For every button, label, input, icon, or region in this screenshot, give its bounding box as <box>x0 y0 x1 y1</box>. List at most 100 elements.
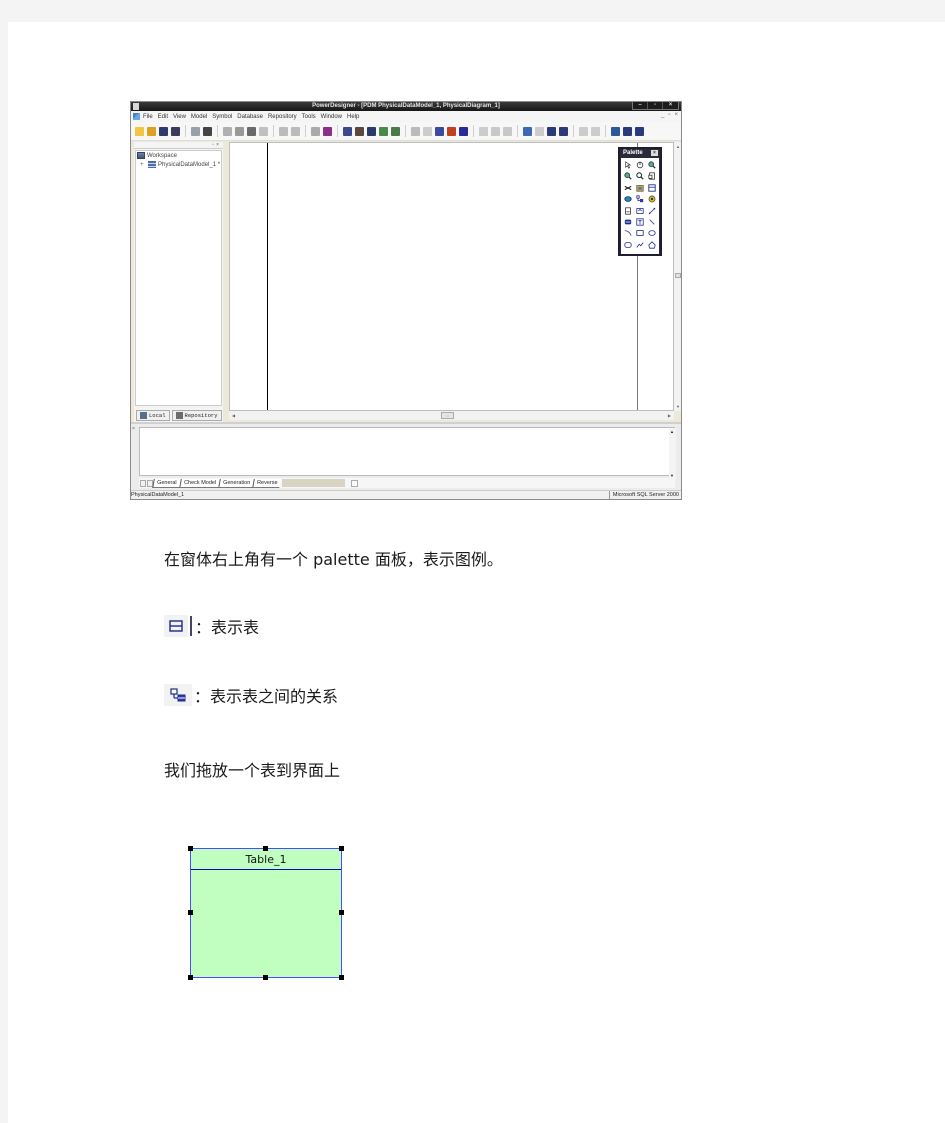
zoom-in-icon[interactable] <box>646 160 658 171</box>
grabber-icon[interactable] <box>634 160 646 171</box>
vertical-scrollbar[interactable]: ▲ ▼ <box>674 142 681 411</box>
zoom-out-icon[interactable] <box>622 171 634 182</box>
menu-window[interactable]: Window <box>321 114 342 120</box>
panel-a-icon[interactable] <box>547 126 556 136</box>
properties-icon[interactable] <box>311 126 320 136</box>
fill-icon[interactable] <box>447 126 456 136</box>
copy-icon[interactable] <box>235 126 244 136</box>
align-left-icon[interactable] <box>579 126 588 136</box>
tab-reverse[interactable]: Reverse <box>252 478 282 488</box>
menu-view[interactable]: View <box>173 114 186 120</box>
grid-icon[interactable] <box>423 126 432 136</box>
tree-item-workspace[interactable]: Workspace <box>136 151 221 160</box>
tab-check-model[interactable]: Check Model <box>178 478 220 488</box>
rectangle-icon[interactable] <box>634 228 646 239</box>
pointer-icon[interactable] <box>622 160 634 171</box>
menu-model[interactable]: Model <box>191 114 207 120</box>
menu-database[interactable]: Database <box>237 114 263 120</box>
forward-icon[interactable] <box>503 126 512 136</box>
scroll-thumb[interactable] <box>675 273 681 278</box>
window-b-icon[interactable] <box>623 126 632 136</box>
properties-icon[interactable] <box>646 171 658 182</box>
scroll-down-icon[interactable]: ▼ <box>676 404 680 409</box>
shape-icon[interactable] <box>411 126 420 136</box>
tab-general[interactable]: General <box>152 478 181 488</box>
redo-icon[interactable] <box>291 126 300 136</box>
model-icon[interactable] <box>323 126 332 136</box>
save-all-icon[interactable] <box>171 126 180 136</box>
scroll-left-icon[interactable]: ◀ <box>232 413 235 418</box>
package-icon[interactable] <box>634 183 646 194</box>
view-reference-icon[interactable] <box>634 206 646 217</box>
resize-handle-se[interactable] <box>339 975 344 980</box>
back-icon[interactable] <box>491 126 500 136</box>
tree-item-model[interactable]: + PhysicalDataModel_1 * <box>136 160 221 169</box>
delete-icon[interactable] <box>622 183 634 194</box>
save-icon[interactable] <box>159 126 168 136</box>
print-icon[interactable] <box>203 126 212 136</box>
output-close-icon[interactable]: × <box>132 426 135 432</box>
resize-handle-s[interactable] <box>263 975 268 980</box>
view-icon[interactable] <box>622 194 634 205</box>
menu-tools[interactable]: Tools <box>302 114 316 120</box>
menu-repository[interactable]: Repository <box>268 114 297 120</box>
resize-handle-ne[interactable] <box>339 846 344 851</box>
text-icon[interactable] <box>634 217 646 228</box>
palette-close-button[interactable]: × <box>651 150 658 156</box>
open-icon[interactable] <box>147 126 156 136</box>
scroll-up-icon[interactable]: ▲ <box>676 144 680 149</box>
tab-prev-button[interactable] <box>140 479 146 487</box>
arc-icon[interactable] <box>622 228 634 239</box>
file-icon[interactable] <box>622 206 634 217</box>
mdi-minimize-button[interactable]: _ <box>661 112 664 118</box>
scroll-up-icon[interactable]: ▲ <box>670 429 674 434</box>
menu-help[interactable]: Help <box>347 114 359 120</box>
open-view-icon[interactable] <box>634 171 646 182</box>
menu-file[interactable]: File <box>143 114 153 120</box>
table-entity[interactable]: Table_1 <box>188 846 344 980</box>
output-scrollbar[interactable]: ▲ ▼ <box>669 428 676 479</box>
edit-icon[interactable] <box>343 126 352 136</box>
check-model-icon[interactable] <box>355 126 364 136</box>
undo-icon[interactable] <box>279 126 288 136</box>
delete-icon[interactable] <box>259 126 268 136</box>
browser-toggle-icon[interactable] <box>523 126 532 136</box>
print-preview-icon[interactable] <box>191 126 200 136</box>
resize-handle-n[interactable] <box>263 846 268 851</box>
resize-handle-sw[interactable] <box>188 975 193 980</box>
restore-button[interactable]: ▫ <box>648 102 663 109</box>
polygon-icon[interactable] <box>646 240 658 251</box>
close-button[interactable]: × <box>663 102 678 109</box>
browser-header-buttons[interactable]: ▫× <box>212 142 221 148</box>
align-right-icon[interactable] <box>591 126 600 136</box>
scroll-thumb[interactable]: ⇔ <box>441 412 454 419</box>
table-icon[interactable] <box>646 183 658 194</box>
menu-symbol[interactable]: Symbol <box>212 114 232 120</box>
pen-icon[interactable] <box>435 126 444 136</box>
ellipse-icon[interactable] <box>646 228 658 239</box>
generate-icon[interactable] <box>367 126 376 136</box>
title-icon[interactable] <box>622 217 634 228</box>
minimize-button[interactable]: – <box>633 102 648 109</box>
reference-icon[interactable] <box>634 194 646 205</box>
diagram-canvas[interactable] <box>229 142 674 411</box>
menu-edit[interactable]: Edit <box>158 114 168 120</box>
tab-generation[interactable]: Generation <box>217 478 254 488</box>
check-icon[interactable] <box>391 126 400 136</box>
window-a-icon[interactable] <box>611 126 620 136</box>
validate-icon[interactable] <box>379 126 388 136</box>
resize-handle-w[interactable] <box>188 910 193 915</box>
polyline-icon[interactable] <box>634 240 646 251</box>
mdi-restore-button[interactable]: ▫ <box>668 112 670 118</box>
resize-handle-nw[interactable] <box>188 846 193 851</box>
expand-icon[interactable]: + <box>140 162 146 168</box>
mdi-close-button[interactable]: × <box>674 112 678 118</box>
layout-icon[interactable] <box>535 126 544 136</box>
procedure-icon[interactable] <box>646 194 658 205</box>
cut-icon[interactable] <box>223 126 232 136</box>
line-icon[interactable] <box>646 217 658 228</box>
scroll-right-icon[interactable]: ▶ <box>668 413 671 418</box>
window-c-icon[interactable] <box>635 126 644 136</box>
panel-b-icon[interactable] <box>559 126 568 136</box>
image-icon[interactable] <box>479 126 488 136</box>
